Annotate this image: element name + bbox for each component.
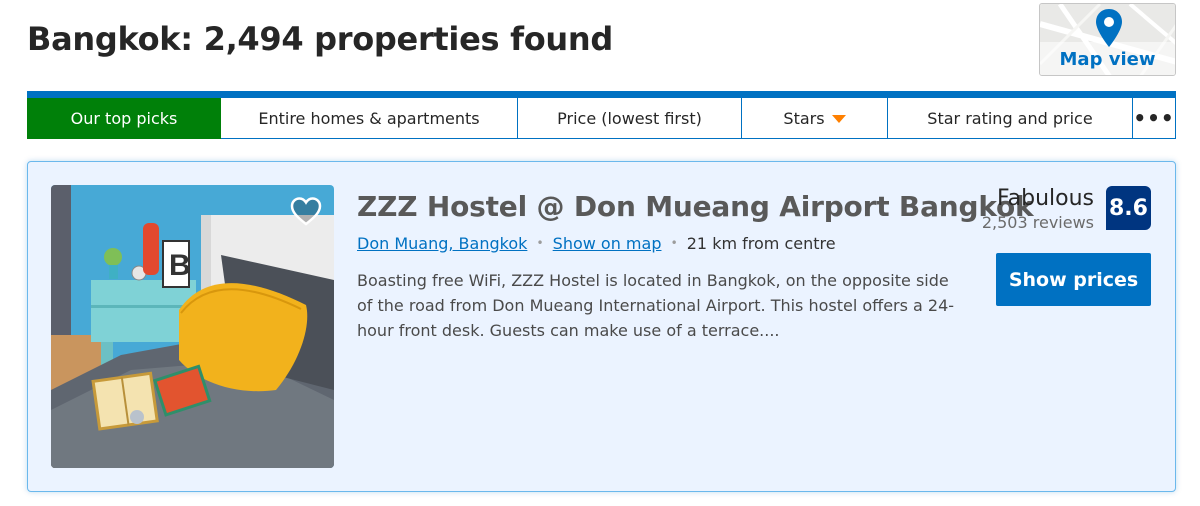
tab-label: Price (lowest first) (557, 108, 702, 128)
tab-label: Our top picks (70, 108, 178, 128)
tab-label: Entire homes & apartments (258, 108, 480, 128)
map-view-button[interactable]: Map view (1039, 3, 1176, 76)
show-on-map-link[interactable]: Show on map (553, 234, 662, 253)
property-name-link[interactable]: ZZZ Hostel @ Don Mueang Airport Bangkok (357, 190, 1034, 223)
more-options-button[interactable]: ••• (1133, 98, 1176, 139)
property-photo[interactable]: B (51, 185, 334, 468)
property-card: B ZZZ Hostel @ Don Mueang Airport Bangko… (27, 161, 1176, 492)
svg-text:B: B (169, 249, 191, 282)
distance-text: 21 km from centre (686, 234, 836, 253)
review-score-word: Fabulous (996, 186, 1094, 211)
tab-our-top-picks[interactable]: Our top picks (27, 98, 221, 139)
tab-entire-homes[interactable]: Entire homes & apartments (221, 98, 518, 139)
location-link[interactable]: Don Muang, Bangkok (357, 234, 527, 253)
tab-stars[interactable]: Stars (742, 98, 888, 139)
more-icon: ••• (1133, 106, 1175, 130)
sort-bar: Our top picks Entire homes & apartments … (27, 91, 1176, 139)
property-description: Boasting free WiFi, ZZZ Hostel is locate… (357, 271, 955, 340)
tab-label: Stars (783, 108, 825, 128)
heart-icon[interactable] (289, 195, 323, 229)
separator-dot: • (670, 236, 678, 250)
caret-down-icon (831, 115, 846, 123)
map-pin-icon (1096, 9, 1122, 47)
review-score-badge: 8.6 (1106, 186, 1151, 230)
page-title: Bangkok: 2,494 properties found (27, 20, 613, 58)
tab-price-lowest[interactable]: Price (lowest first) (518, 98, 742, 139)
map-view-label: Map view (1059, 49, 1156, 70)
separator-dot: • (536, 236, 544, 250)
tab-star-rating-price[interactable]: Star rating and price (888, 98, 1133, 139)
review-count: 2,503 reviews (981, 213, 1094, 232)
show-prices-button[interactable]: Show prices (996, 253, 1151, 306)
location-line: Don Muang, Bangkok • Show on map • 21 km… (357, 234, 836, 253)
tab-label: Star rating and price (927, 108, 1093, 128)
